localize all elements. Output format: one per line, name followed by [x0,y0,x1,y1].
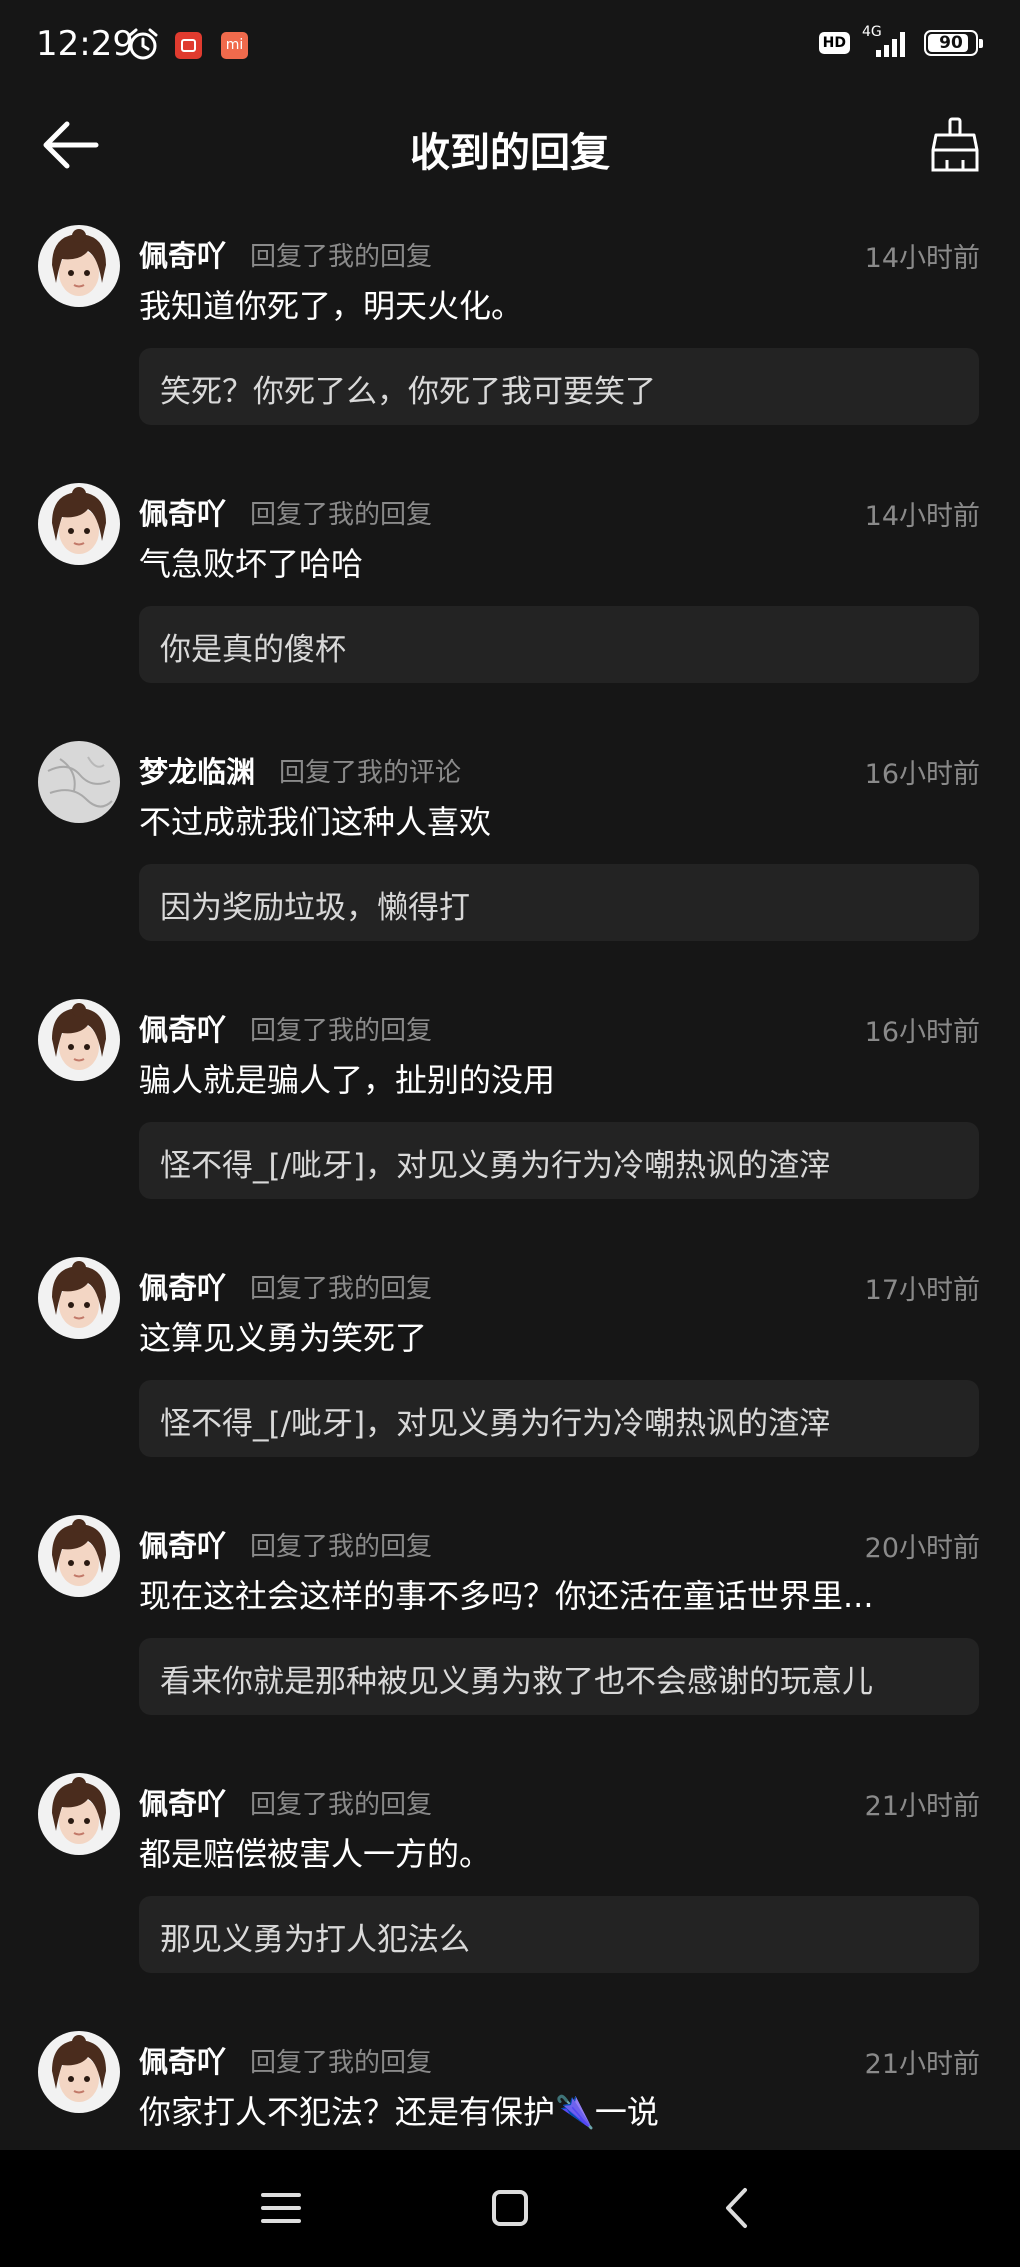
reply-time: 21小时前 [864,2049,980,2080]
avatar-image [38,483,120,565]
alarm-icon [125,26,161,66]
reply-text[interactable]: 不过成就我们这种人喜欢 [139,797,980,843]
quoted-text: 笑死？你死了么，你死了我可要笑了 [160,374,656,410]
app-notification-icon [175,32,202,59]
reply-time: 21小时前 [864,1791,980,1822]
reply-time: 16小时前 [864,759,980,790]
reply-time: 14小时前 [864,243,980,274]
avatar-image [38,1515,120,1597]
reply-header: 梦龙临渊 回复了我的评论 16小时前 [139,749,980,791]
status-time: 12:29 [36,24,134,64]
avatar[interactable] [38,2031,120,2113]
quoted-comment[interactable]: 你是真的傻杯 [139,606,979,683]
user-name[interactable]: 梦龙临渊 [139,749,255,791]
reply-text[interactable]: 你家打人不犯法？还是有保护🌂一说 [139,2087,980,2133]
broom-icon [931,117,979,172]
hd-badge: HD [818,32,850,54]
reply-header: 佩奇吖 回复了我的回复 20小时前 [139,1523,980,1565]
quoted-text: 那见义勇为打人犯法么 [160,1922,470,1958]
reply-time: 20小时前 [864,1533,980,1564]
avatar[interactable] [38,1773,120,1855]
status-bar: 12:29 mi HD 4G 90 [0,0,1020,92]
clear-button[interactable] [928,116,982,174]
quoted-text: 你是真的傻杯 [160,632,346,668]
avatar-image [38,999,120,1081]
reply-header: 佩奇吖 回复了我的回复 14小时前 [139,491,980,533]
avatar-image [38,1257,120,1339]
reply-header: 佩奇吖 回复了我的回复 21小时前 [139,1781,980,1823]
user-name[interactable]: 佩奇吖 [139,491,226,533]
avatar-image [38,1773,120,1855]
quoted-comment[interactable]: 看来你就是那种被见义勇为救了也不会感谢的玩意儿 [139,1638,979,1715]
battery-tip [979,39,983,48]
avatar-image [38,741,120,823]
quoted-comment[interactable]: 怪不得_[/呲牙]，对见义勇为行为冷嘲热讽的渣滓 [139,1380,979,1457]
nav-home-button[interactable] [480,2178,540,2238]
avatar[interactable] [38,483,120,565]
user-name[interactable]: 佩奇吖 [139,1781,226,1823]
menu-icon [261,2193,301,2223]
reply-header: 佩奇吖 回复了我的回复 16小时前 [139,1007,980,1049]
header: 收到的回复 [0,100,1020,190]
quoted-text: 看来你就是那种被见义勇为救了也不会感谢的玩意儿 [160,1664,873,1700]
reply-text[interactable]: 气急败坏了哈哈 [139,539,980,585]
user-name[interactable]: 佩奇吖 [139,233,226,275]
user-name[interactable]: 佩奇吖 [139,1523,226,1565]
avatar[interactable] [38,999,120,1081]
home-icon [492,2190,528,2226]
reply-header: 佩奇吖 回复了我的回复 21小时前 [139,2039,980,2081]
reply-action: 回复了我的回复 [250,1016,433,1046]
reply-text[interactable]: 都是赔偿被害人一方的。 [139,1829,980,1875]
user-name[interactable]: 佩奇吖 [139,1265,226,1307]
quoted-comment[interactable]: 因为奖励垃圾，懒得打 [139,864,979,941]
avatar-image [38,225,120,307]
avatar-image [38,2031,120,2113]
reply-action: 回复了我的回复 [250,242,433,272]
reply-text[interactable]: 我知道你死了，明天火化。 [139,281,980,327]
reply-action: 回复了我的回复 [250,1274,433,1304]
page-title: 收到的回复 [410,130,610,176]
reply-time: 14小时前 [864,501,980,532]
chevron-left-icon [726,2188,747,2228]
status-indicators: HD 4G 90 [818,24,983,60]
nav-menu-button[interactable] [251,2178,311,2238]
quoted-text: 怪不得_[/呲牙]，对见义勇为行为冷嘲热讽的渣滓 [160,1148,831,1184]
system-nav-bar [0,2150,1020,2267]
quoted-text: 因为奖励垃圾，懒得打 [160,890,470,926]
mi-app-icon: mi [221,32,248,59]
quoted-comment[interactable]: 笑死？你死了么，你死了我可要笑了 [139,348,979,425]
reply-header: 佩奇吖 回复了我的回复 17小时前 [139,1265,980,1307]
reply-action: 回复了我的回复 [250,1532,433,1562]
reply-action: 回复了我的回复 [250,1790,433,1820]
reply-action: 回复了我的回复 [250,2048,433,2078]
reply-header: 佩奇吖 回复了我的回复 14小时前 [139,233,980,275]
avatar[interactable] [38,225,120,307]
avatar[interactable] [38,741,120,823]
user-name[interactable]: 佩奇吖 [139,2039,226,2081]
quoted-comment[interactable]: 怪不得_[/呲牙]，对见义勇为行为冷嘲热讽的渣滓 [139,1122,979,1199]
reply-action: 回复了我的回复 [250,500,433,530]
battery-level: 90 [939,33,963,53]
reply-time: 16小时前 [864,1017,980,1048]
nav-back-button[interactable] [708,2178,768,2238]
quoted-text: 怪不得_[/呲牙]，对见义勇为行为冷嘲热讽的渣滓 [160,1406,831,1442]
reply-action: 回复了我的评论 [279,758,462,788]
avatar[interactable] [38,1257,120,1339]
signal-icon: 4G [862,24,912,60]
user-name[interactable]: 佩奇吖 [139,1007,226,1049]
quoted-comment[interactable]: 那见义勇为打人犯法么 [139,1896,979,1973]
reply-text[interactable]: 这算见义勇为笑死了 [139,1313,980,1359]
reply-time: 17小时前 [864,1275,980,1306]
avatar[interactable] [38,1515,120,1597]
reply-text[interactable]: 现在这社会这样的事不多吗？你还活在童话世界里... [139,1571,980,1617]
reply-text[interactable]: 骗人就是骗人了，扯别的没用 [139,1055,980,1101]
battery-icon: 90 [924,30,983,56]
